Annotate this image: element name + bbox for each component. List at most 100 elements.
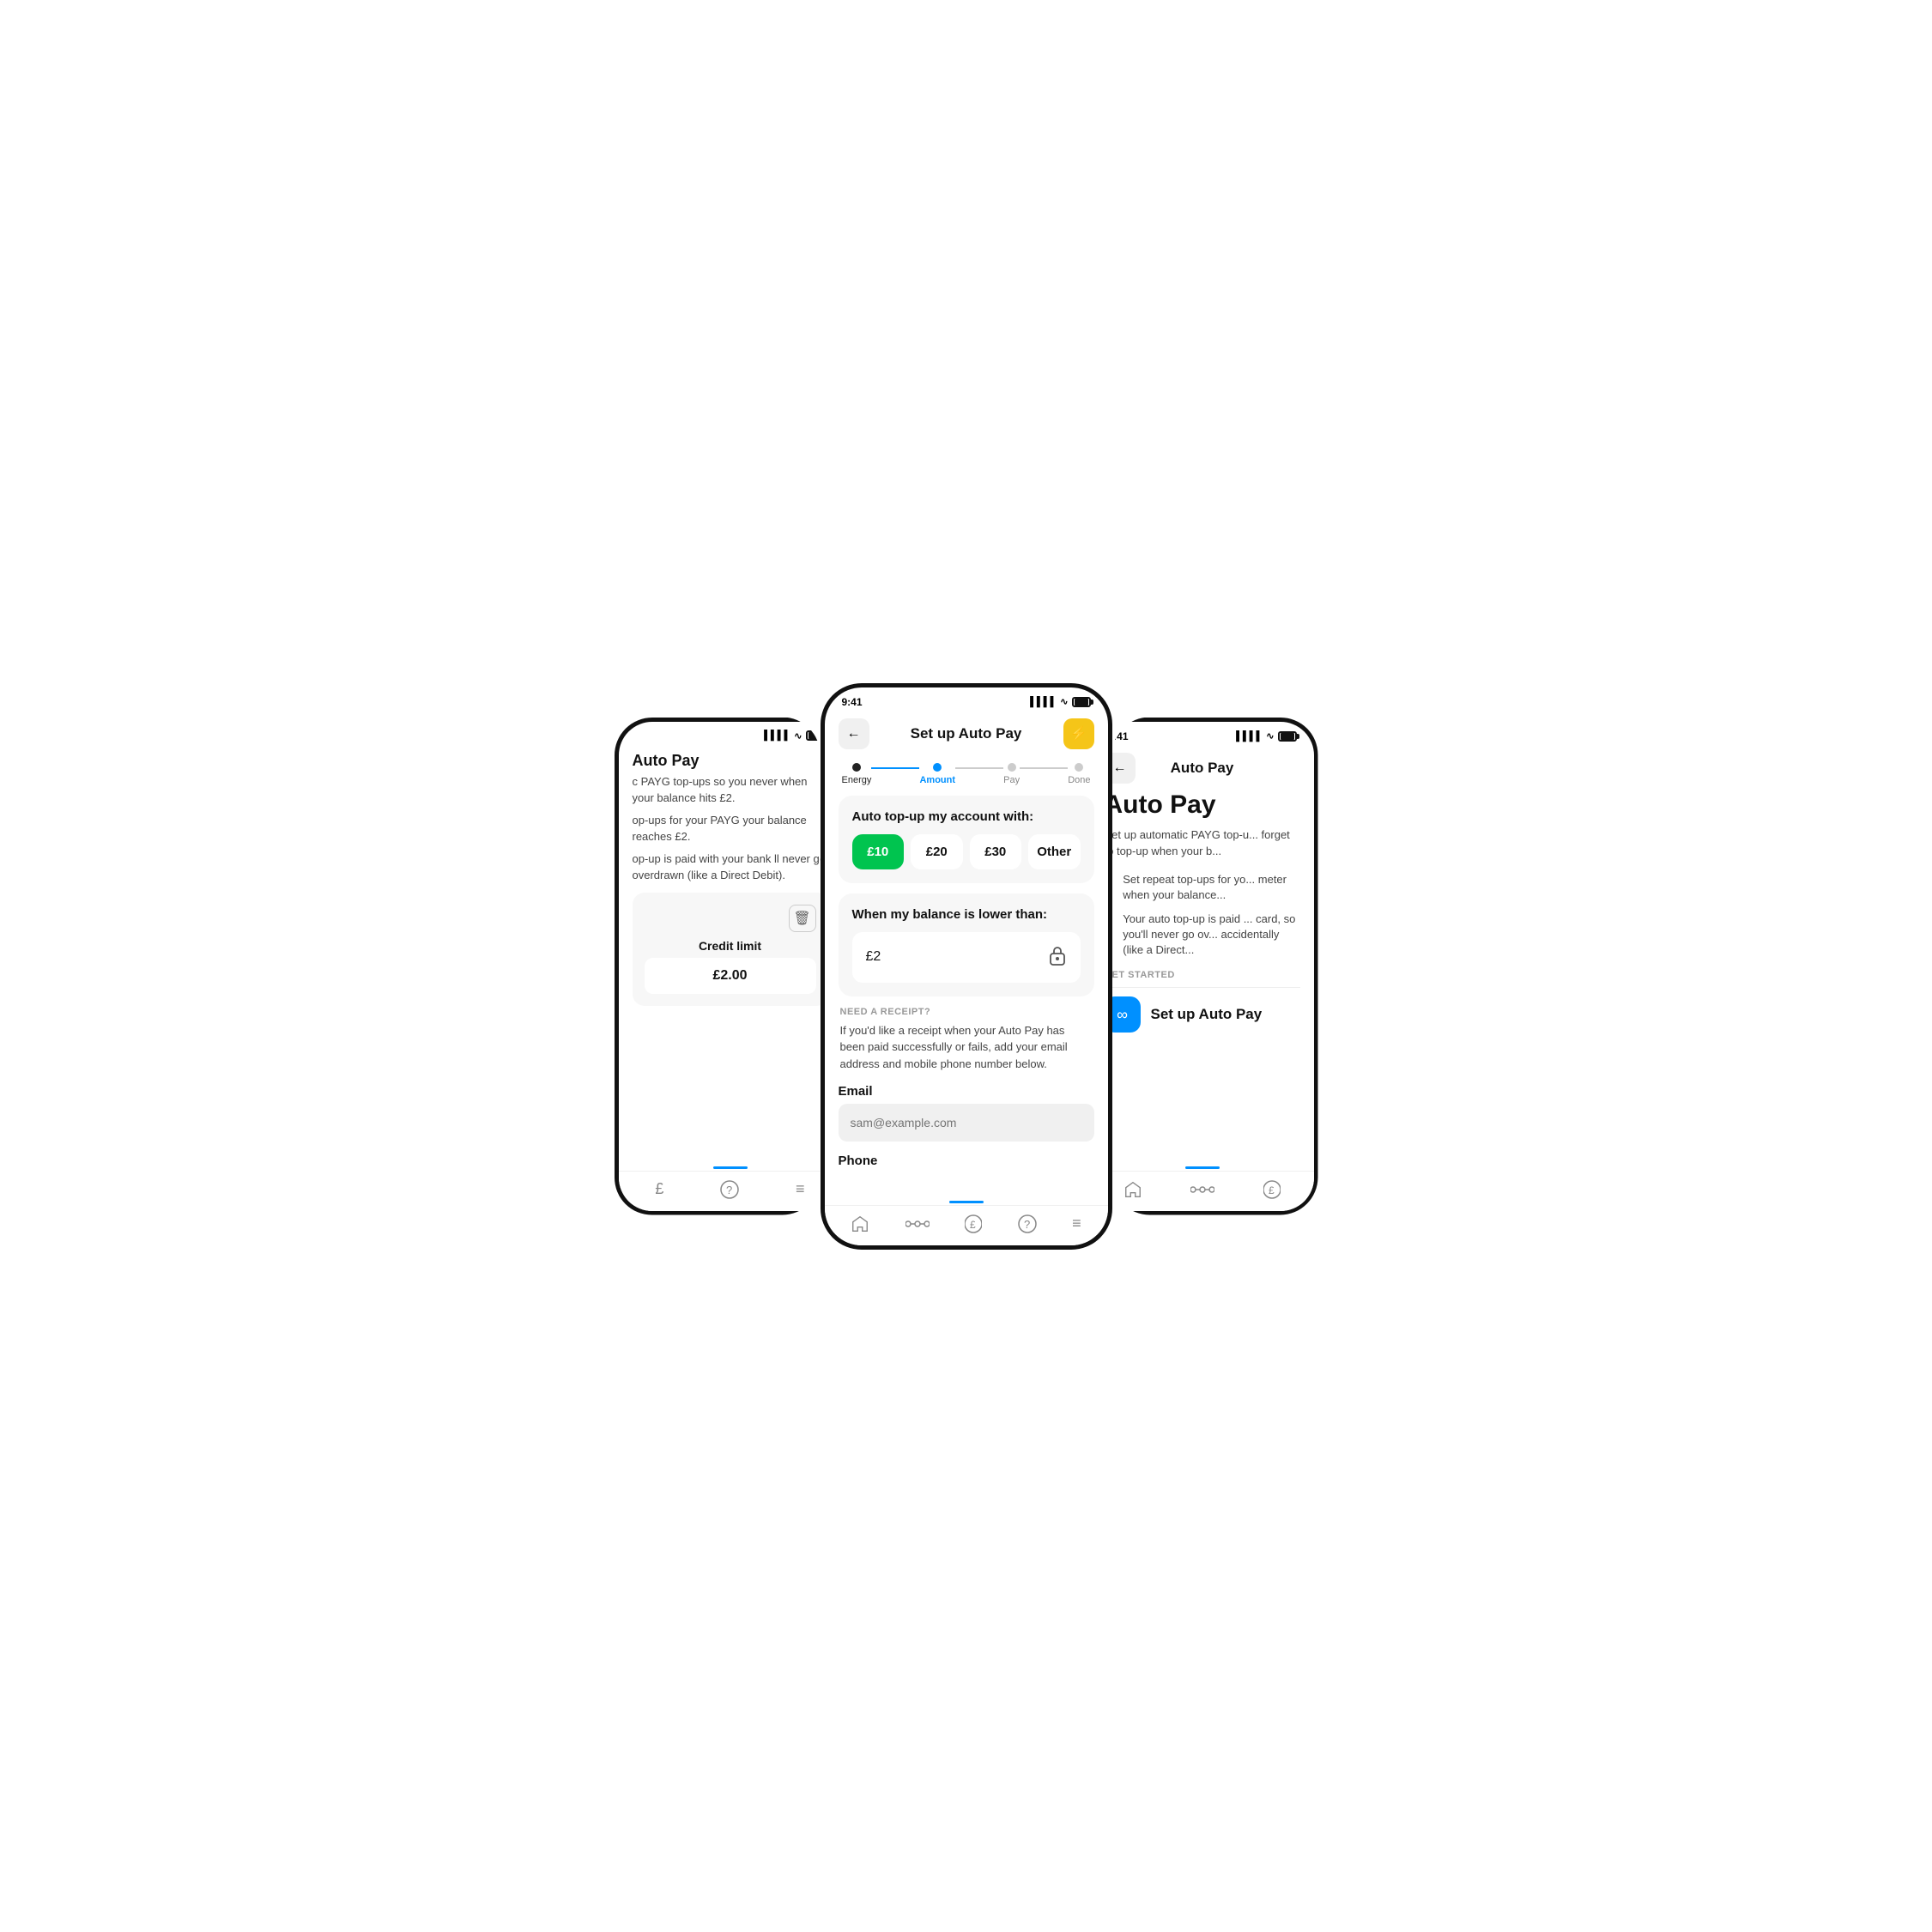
- back-button[interactable]: ←: [839, 718, 869, 749]
- step-label-done: Done: [1068, 775, 1090, 785]
- right-bottom-nav: £: [1091, 1171, 1314, 1211]
- left-title: Auto Pay: [633, 745, 828, 773]
- autopay-title: Auto Pay: [1105, 790, 1300, 820]
- get-started-divider: [1105, 987, 1300, 988]
- step-line-3: [1020, 767, 1068, 769]
- center-nav-help[interactable]: ?: [1018, 1214, 1037, 1233]
- amount-btn-10[interactable]: £10: [852, 834, 905, 869]
- center-battery-icon: [1072, 697, 1091, 707]
- credit-row: 🗑: [645, 905, 816, 932]
- step-done: Done: [1068, 763, 1090, 785]
- step-dot-done: [1075, 763, 1083, 772]
- setup-autopay-button[interactable]: ∞ Set up Auto Pay: [1105, 996, 1300, 1033]
- get-started-label: GET STARTED: [1105, 970, 1300, 980]
- svg-text:?: ?: [1024, 1218, 1030, 1231]
- right-home-indicator: [1185, 1166, 1220, 1169]
- right-screen-content: Auto Pay Set up automatic PAYG top-u... …: [1091, 790, 1314, 1166]
- amount-card: Auto top-up my account with: £10 £20 £30…: [839, 796, 1094, 883]
- phone-label: Phone: [839, 1154, 1094, 1168]
- receipt-label: NEED A RECEIPT?: [839, 1007, 1094, 1017]
- svg-text:?: ?: [726, 1184, 732, 1196]
- left-text-2: op-ups for your PAYG your balance reache…: [633, 812, 828, 845]
- amount-card-title: Auto top-up my account with:: [852, 809, 1081, 824]
- left-text-3: op-up is paid with your bank ll never go…: [633, 851, 828, 884]
- svg-text:£: £: [970, 1219, 976, 1231]
- left-nav-pound[interactable]: £: [655, 1180, 663, 1198]
- step-dot-energy: [852, 763, 861, 772]
- center-nav-bar: ← Set up Auto Pay ⚡: [825, 712, 1108, 756]
- center-bottom-nav: £ ? ≡: [825, 1205, 1108, 1245]
- center-wifi-icon: ∿: [1060, 696, 1068, 707]
- left-phone: ▌▌▌▌ ∿ Auto Pay c PAYG top-ups so you ne…: [615, 718, 846, 1215]
- left-bottom-nav: £ ? ≡: [619, 1171, 842, 1211]
- step-pay: Pay: [1003, 763, 1020, 785]
- left-status-bar: ▌▌▌▌ ∿: [619, 722, 842, 745]
- center-screen-content: Auto top-up my account with: £10 £20 £30…: [825, 789, 1108, 1201]
- signal-icon: ▌▌▌▌: [764, 730, 790, 741]
- scene: ▌▌▌▌ ∿ Auto Pay c PAYG top-ups so you ne…: [494, 683, 1438, 1250]
- left-nav-menu[interactable]: ≡: [796, 1180, 805, 1198]
- step-line-2: [955, 767, 1003, 769]
- right-wifi-icon: ∿: [1266, 730, 1274, 742]
- center-phone: 9:41 ▌▌▌▌ ∿ ← Set up Auto Pay ⚡ Energy A…: [821, 683, 1112, 1250]
- right-nav-pound[interactable]: £: [1263, 1180, 1281, 1199]
- center-status-icons: ▌▌▌▌ ∿: [1030, 696, 1090, 707]
- credit-section: 🗑 Credit limit £2.00: [633, 893, 828, 1006]
- credit-value-box: £2.00: [645, 958, 816, 994]
- right-nav-bar: ← Auto Pay: [1091, 746, 1314, 790]
- lock-icon: [1048, 944, 1067, 971]
- right-phone: 9:41 ▌▌▌▌ ∿ ← Auto Pay Auto Pay Set up a…: [1087, 718, 1318, 1215]
- center-status-bar: 9:41 ▌▌▌▌ ∿: [825, 687, 1108, 712]
- amount-btn-30[interactable]: £30: [970, 834, 1022, 869]
- right-status-bar: 9:41 ▌▌▌▌ ∿: [1091, 722, 1314, 746]
- right-nav-connect[interactable]: [1190, 1184, 1214, 1196]
- balance-card: When my balance is lower than: £2: [839, 893, 1094, 996]
- svg-text:£: £: [1269, 1184, 1275, 1196]
- receipt-desc: If you'd like a receipt when your Auto P…: [839, 1022, 1094, 1073]
- amount-btn-20[interactable]: £20: [911, 834, 963, 869]
- right-nav-title: Auto Pay: [1171, 760, 1234, 777]
- trash-icon[interactable]: 🗑: [789, 905, 816, 932]
- step-line-1: [871, 767, 919, 769]
- check-item-2: ✓ Your auto top-up is paid ... card, so …: [1105, 911, 1300, 959]
- right-signal-icon: ▌▌▌▌: [1236, 731, 1263, 742]
- right-status-icons: ▌▌▌▌ ∿: [1236, 730, 1296, 742]
- step-label-amount: Amount: [919, 775, 955, 785]
- left-status-icons: ▌▌▌▌ ∿: [764, 730, 824, 742]
- step-energy: Energy: [842, 763, 872, 785]
- credit-limit-label: Credit limit: [645, 939, 816, 953]
- center-signal-icon: ▌▌▌▌: [1030, 697, 1057, 707]
- center-time: 9:41: [842, 696, 863, 708]
- setup-btn-label: Set up Auto Pay: [1151, 1006, 1263, 1023]
- right-battery-icon: [1278, 731, 1297, 742]
- step-label-energy: Energy: [842, 775, 872, 785]
- center-home-indicator: [949, 1201, 984, 1203]
- balance-card-title: When my balance is lower than:: [852, 907, 1081, 922]
- center-nav-connect[interactable]: [905, 1218, 930, 1230]
- check-item-1: ✓ Set repeat top-ups for yo... meter whe…: [1105, 872, 1300, 903]
- center-nav-home[interactable]: [851, 1214, 869, 1233]
- autopay-desc: Set up automatic PAYG top-u... forget to…: [1105, 827, 1300, 860]
- right-nav-home[interactable]: [1123, 1180, 1142, 1199]
- balance-row: £2: [852, 932, 1081, 983]
- center-nav-pound[interactable]: £: [965, 1214, 982, 1233]
- left-nav-help[interactable]: ?: [720, 1180, 739, 1199]
- step-dot-amount: [933, 763, 942, 772]
- step-amount: Amount: [919, 763, 955, 785]
- center-nav-title: Set up Auto Pay: [911, 725, 1022, 742]
- check-text-2: Your auto top-up is paid ... card, so yo…: [1123, 911, 1299, 959]
- lightning-button[interactable]: ⚡: [1063, 718, 1094, 749]
- email-input[interactable]: [839, 1104, 1094, 1142]
- check-text-1: Set repeat top-ups for yo... meter when …: [1123, 872, 1299, 903]
- email-label: Email: [839, 1084, 1094, 1099]
- left-text-1: c PAYG top-ups so you never when your ba…: [633, 773, 828, 807]
- left-home-indicator: [713, 1166, 748, 1169]
- wifi-icon: ∿: [794, 730, 802, 742]
- center-nav-menu[interactable]: ≡: [1072, 1214, 1081, 1232]
- progress-stepper: Energy Amount Pay Done: [825, 756, 1108, 789]
- step-label-pay: Pay: [1003, 775, 1020, 785]
- receipt-section: NEED A RECEIPT? If you'd like a receipt …: [839, 1007, 1094, 1169]
- balance-value: £2: [866, 949, 881, 965]
- amount-btn-other[interactable]: Other: [1028, 834, 1081, 869]
- credit-value: £2.00: [712, 968, 747, 983]
